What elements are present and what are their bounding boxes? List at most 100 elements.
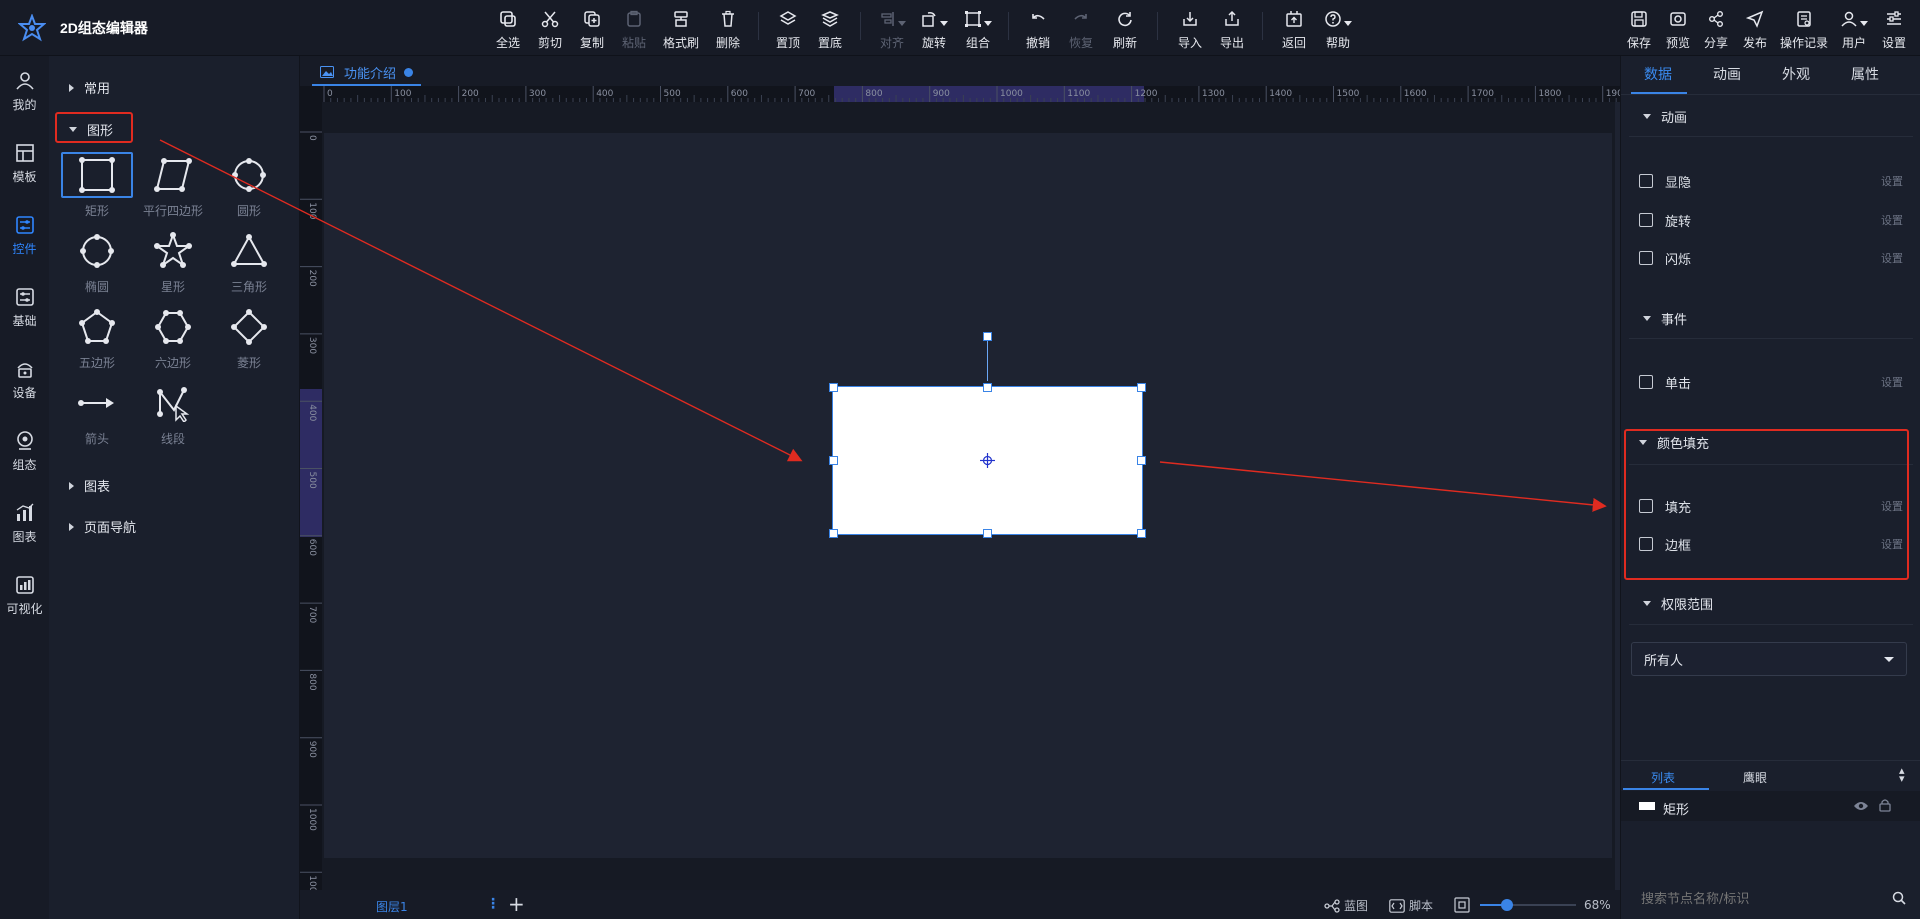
paste-button[interactable]: 粘贴 [622, 8, 646, 52]
nav-composite[interactable]: 组态 [0, 420, 49, 482]
eye-icon[interactable] [1853, 800, 1869, 812]
checkbox[interactable] [1639, 174, 1653, 188]
checkbox[interactable] [1639, 213, 1653, 227]
zoom-slider[interactable] [1480, 899, 1576, 911]
checkbox-rotate[interactable]: 旋转 设置 [1639, 210, 1909, 230]
shape-diamond[interactable]: 菱形 [213, 304, 285, 376]
fit-screen-icon[interactable] [1454, 897, 1470, 913]
delete-button[interactable]: 删除 [716, 8, 740, 52]
permission-select[interactable]: 所有人 [1631, 642, 1907, 676]
save-button[interactable]: 保存 [1627, 8, 1651, 52]
set-link[interactable]: 设置 [1881, 212, 1903, 228]
tab-appearance[interactable]: 外观 [1761, 56, 1831, 92]
shape-circle[interactable]: 圆形 [213, 152, 285, 224]
blueprint-button[interactable]: 蓝图 [1324, 897, 1368, 914]
cut-button[interactable]: 剪切 [538, 8, 562, 52]
node-search[interactable] [1621, 878, 1920, 919]
format-brush-button[interactable]: 格式刷 [663, 8, 699, 52]
nav-mine[interactable]: 我的 [0, 60, 49, 122]
tab-animation[interactable]: 动画 [1692, 56, 1762, 92]
set-link[interactable]: 设置 [1881, 250, 1903, 266]
add-layer-button[interactable]: + [508, 892, 525, 916]
user-button[interactable]: 用户 [1840, 8, 1868, 52]
export-button[interactable]: 导出 [1220, 8, 1244, 52]
checkbox[interactable] [1639, 251, 1653, 265]
shape-triangle[interactable]: 三角形 [213, 228, 285, 300]
nav-device[interactable]: 设备 [0, 348, 49, 410]
checkbox-blink[interactable]: 闪烁 设置 [1639, 248, 1909, 268]
shape-hexagon[interactable]: 六边形 [137, 304, 209, 376]
shape-ellipse[interactable]: 椭圆 [61, 228, 133, 300]
section-page-nav[interactable]: 页面导航 [69, 517, 136, 536]
search-input[interactable] [1641, 888, 1881, 910]
tab-feature-intro[interactable]: 功能介绍 [312, 60, 422, 86]
sort-icon[interactable]: ▴ ▾ [1899, 765, 1905, 784]
resize-handle[interactable] [829, 383, 838, 392]
copy-button[interactable]: 复制 [580, 8, 604, 52]
nav-visual[interactable]: 可视化 [0, 564, 49, 626]
shape-parallelogram[interactable]: 平行四边形 [137, 152, 209, 224]
operation-log-button[interactable]: 操作记录 [1780, 8, 1828, 52]
undo-button[interactable]: 撤销 [1026, 8, 1050, 52]
tab-properties[interactable]: 属性 [1830, 56, 1900, 92]
design-canvas[interactable] [324, 133, 1612, 858]
resize-handle[interactable] [1137, 529, 1146, 538]
import-button[interactable]: 导入 [1178, 8, 1202, 52]
search-icon[interactable] [1892, 891, 1906, 905]
nav-controls[interactable]: 控件 [0, 204, 49, 266]
preview-button[interactable]: 预览 [1666, 8, 1690, 52]
nav-basic[interactable]: 基础 [0, 276, 49, 338]
shape-star[interactable]: 星形 [137, 228, 209, 300]
shape-polyline[interactable]: 线段 [137, 380, 209, 452]
lock-icon[interactable] [1879, 798, 1891, 812]
publish-button[interactable]: 发布 [1743, 8, 1767, 52]
redo-button[interactable]: 恢复 [1069, 8, 1093, 52]
layer-tab[interactable]: 图层1 [376, 898, 408, 915]
section-animation[interactable]: 动画 [1643, 107, 1687, 126]
rotate-button[interactable]: 旋转 [920, 8, 948, 52]
image-icon [320, 66, 334, 78]
shape-arrow[interactable]: 箭头 [61, 380, 133, 452]
zoom-slider-handle[interactable] [1501, 899, 1514, 911]
checkbox-show-hide[interactable]: 显隐 设置 [1639, 171, 1909, 191]
tab-data[interactable]: 数据 [1623, 56, 1693, 92]
group-button[interactable]: 组合 [964, 8, 992, 52]
send-bottom-button[interactable]: 置底 [818, 8, 842, 52]
section-events[interactable]: 事件 [1643, 309, 1687, 328]
back-button[interactable]: 返回 [1282, 8, 1306, 52]
resize-handle[interactable] [829, 529, 838, 538]
align-button[interactable]: 对齐 [878, 8, 906, 52]
nav-chart[interactable]: 图表 [0, 492, 49, 554]
checkbox[interactable] [1639, 375, 1653, 389]
resize-handle[interactable] [983, 529, 992, 538]
help-icon [1324, 8, 1352, 30]
section-permission[interactable]: 权限范围 [1643, 594, 1713, 613]
shape-rectangle[interactable]: 矩形 [61, 152, 133, 224]
tab-list[interactable]: 列表 [1651, 769, 1675, 786]
rotate-handle[interactable] [983, 332, 992, 341]
trash-icon [719, 8, 737, 30]
checkbox-click[interactable]: 单击 设置 [1639, 372, 1909, 392]
tab-eagle-eye[interactable]: 鹰眼 [1743, 769, 1767, 786]
more-vertical-icon[interactable]: ⋮ [486, 896, 500, 912]
bring-top-button[interactable]: 置顶 [776, 8, 800, 52]
help-button[interactable]: 帮助 [1324, 8, 1352, 52]
refresh-button[interactable]: 刷新 [1113, 8, 1137, 52]
section-common[interactable]: 常用 [69, 78, 110, 97]
resize-handle[interactable] [983, 383, 992, 392]
resize-handle[interactable] [1137, 383, 1146, 392]
resize-handle[interactable] [1137, 456, 1146, 465]
shape-pentagon[interactable]: 五边形 [61, 304, 133, 376]
section-charts[interactable]: 图表 [69, 476, 110, 495]
nav-template[interactable]: 模板 [0, 132, 49, 194]
script-button[interactable]: 脚本 [1389, 897, 1433, 914]
resize-handle[interactable] [829, 456, 838, 465]
set-link[interactable]: 设置 [1881, 374, 1903, 390]
settings-button[interactable]: 设置 [1882, 8, 1906, 52]
select-all-button[interactable]: 全选 [496, 8, 520, 52]
annotation-highlight-color-fill [1624, 429, 1909, 580]
set-link[interactable]: 设置 [1881, 173, 1903, 189]
toolbar-divider [758, 12, 759, 40]
node-list-item[interactable]: 矩形 [1621, 791, 1920, 821]
share-button[interactable]: 分享 [1704, 8, 1728, 52]
